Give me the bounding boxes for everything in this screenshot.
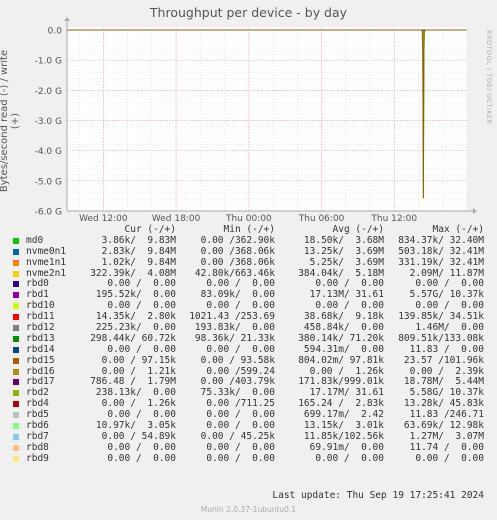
legend: Cur (-/+) Min (-/+) Avg (-/+) Max (-/+) md0 3… xyxy=(0,224,497,465)
legend-max: 0.00 / 0.00 xyxy=(415,452,484,464)
legend-swatch xyxy=(13,303,19,310)
munin-version: Munin 2.0.37-1ubuntu0.1 xyxy=(200,505,297,514)
legend-swatch xyxy=(13,314,19,321)
legend-device-name: nvme1n1 xyxy=(26,256,67,268)
last-update: Last update: Thu Sep 19 17:25:41 2024 xyxy=(272,490,484,501)
legend-swatch xyxy=(13,270,19,277)
legend-avg: 5.25k/ 3.69M xyxy=(309,256,384,268)
legend-cur: 0.00 / 0.00 xyxy=(107,452,176,464)
y-tick-label: -5.0 G xyxy=(35,177,62,187)
y-tick-label: -3.0 G xyxy=(35,117,62,127)
legend-swatch xyxy=(13,423,19,430)
x-tick-label: Wed 18:00 xyxy=(152,214,201,224)
legend-swatch xyxy=(13,346,19,353)
legend-swatch xyxy=(13,444,19,451)
y-tick-label: -1.0 G xyxy=(35,57,62,67)
plot-area xyxy=(67,27,467,211)
legend-swatch xyxy=(13,237,19,244)
x-tick-label: Thu 06:00 xyxy=(298,214,345,224)
throughput-chart: 0.0 -1.0 G -2.0 G -3.0 G -4.0 G -5.0 G -6.0 G W… xyxy=(35,17,477,224)
x-tick-label: Wed 12:00 xyxy=(79,214,128,224)
y-tick-label: -6.0 G xyxy=(35,208,62,218)
x-axis-arrow xyxy=(473,208,477,214)
legend-swatch xyxy=(13,455,19,462)
legend-min: 0.00 / 0.00 xyxy=(206,452,275,464)
legend-swatch xyxy=(13,433,19,440)
legend-swatch xyxy=(13,357,19,364)
legend-swatch xyxy=(13,412,19,419)
legend-swatch xyxy=(13,335,19,342)
legend-row: rbd9 0.00 / 0.00 0.00 / 0.00 0.00 / 0.00 0.0… xyxy=(0,452,497,465)
legend-max: 23.57 /101.96k xyxy=(403,354,484,366)
legend-row: nvme1n1 1.02k/ 9.84M 0.00 /368.06k 5.25k/ 3… xyxy=(0,256,497,269)
legend-swatch xyxy=(13,390,19,397)
legend-min: 0.00 / 93.58k xyxy=(200,354,275,366)
y-tick-label: -4.0 G xyxy=(35,147,62,157)
legend-min: 0.00 /368.06k xyxy=(200,256,275,268)
legend-device-name: rbd9 xyxy=(26,452,49,464)
legend-avg: 0.00 / 0.00 xyxy=(315,452,384,464)
x-tick-label: Thu 00:00 xyxy=(225,214,272,224)
y-axis-arrow xyxy=(64,17,70,21)
legend-swatch xyxy=(13,325,19,332)
legend-device-name: rbd15 xyxy=(26,354,55,366)
legend-swatch xyxy=(13,368,19,375)
y-tick-label: -2.0 G xyxy=(35,87,62,97)
legend-row: rbd15 0.00 / 97.15k 0.00 / 93.58k 804.02m/ … xyxy=(0,354,497,367)
legend-avg: 804.02m/ 97.81k xyxy=(298,354,384,366)
legend-max: 331.19k/ 32.41M xyxy=(398,256,484,268)
legend-swatch xyxy=(13,259,19,266)
legend-cur: 1.02k/ 9.84M xyxy=(101,256,176,268)
legend-swatch xyxy=(13,281,19,288)
legend-cur: 0.00 / 97.15k xyxy=(101,354,176,366)
legend-swatch xyxy=(13,248,19,255)
legend-swatch xyxy=(13,401,19,408)
y-tick-label: 0.0 xyxy=(48,27,63,37)
x-tick-label: Thu 12:00 xyxy=(370,214,417,224)
legend-swatch xyxy=(13,292,19,299)
legend-swatch xyxy=(13,379,19,386)
